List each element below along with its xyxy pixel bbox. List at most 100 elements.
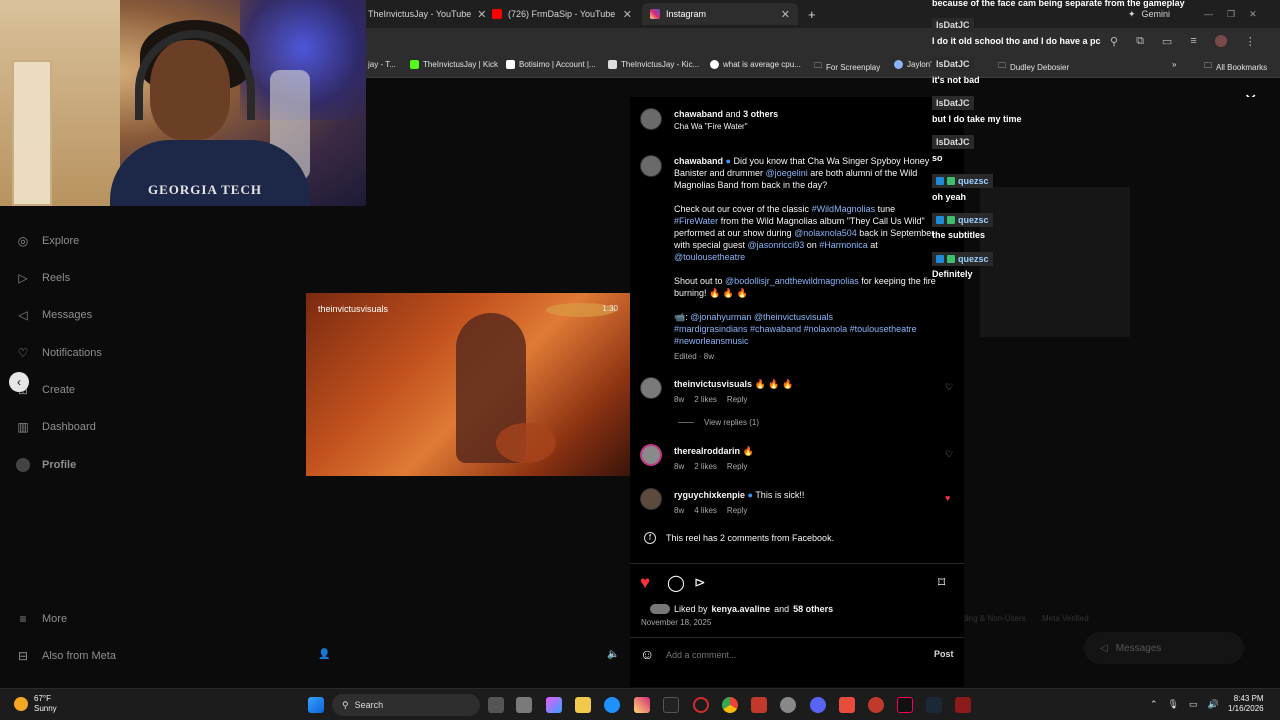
file-explorer-icon[interactable] [575, 697, 591, 713]
task-view-icon[interactable] [488, 697, 504, 713]
mention-link[interactable]: @nolaxnola504 [794, 228, 857, 238]
avatar[interactable] [640, 444, 662, 466]
post-comment-button[interactable]: Post [934, 649, 954, 659]
kebab-menu-icon[interactable]: ⋮ [1245, 35, 1256, 48]
bookmark-item[interactable]: Jaylon's [894, 60, 936, 69]
weather-widget[interactable]: 67°F Sunny [14, 694, 57, 714]
comment-username[interactable]: therealroddarin [674, 446, 740, 456]
comment-username[interactable]: theinvictusvisuals [674, 379, 752, 389]
tiktok-icon[interactable] [897, 697, 913, 713]
messages-pill[interactable]: ◁ Messages [1084, 632, 1244, 664]
comment-input[interactable] [666, 647, 916, 663]
bookmark-item[interactable]: jay - T... [368, 60, 396, 69]
sidebar-item-profile[interactable]: Profile [16, 458, 76, 472]
mention-link[interactable]: @bodollisjr_andthewildmagnolias [725, 276, 859, 286]
app-icon[interactable] [839, 697, 855, 713]
profile-icon[interactable] [1214, 35, 1227, 47]
clock[interactable]: 8:43 PM 1/16/2026 [1228, 694, 1264, 714]
comment-like-heart-icon[interactable]: ♡ [945, 382, 953, 393]
close-window-icon[interactable]: ✕ [1249, 9, 1257, 20]
close-icon[interactable]: ✕ [781, 8, 790, 21]
bookmark-folder[interactable]: 🗀 For Screenplay [814, 60, 880, 74]
app-icon[interactable] [751, 697, 767, 713]
all-bookmarks[interactable]: 🗀 All Bookmarks [1204, 60, 1267, 74]
tab-youtube-invictusjay[interactable]: TheInvictusJay - YouTube ✕ [360, 3, 486, 25]
discord-icon[interactable] [810, 697, 826, 713]
extension-icon[interactable]: ⚲ [1110, 35, 1118, 48]
settings-icon[interactable] [780, 697, 796, 713]
instagram-app-icon[interactable] [634, 697, 650, 713]
volume-icon[interactable]: 🔈 [607, 649, 619, 660]
bookmark-item[interactable]: TheInvictusJay - Kic... [608, 60, 699, 69]
bookmarks-overflow[interactable]: » [1172, 60, 1176, 69]
maximize-icon[interactable]: ❐ [1227, 9, 1235, 20]
close-icon[interactable]: ✕ [623, 8, 632, 21]
sidebar-item-notifications[interactable]: ♡ Notifications [16, 346, 102, 360]
prev-post-button[interactable]: ‹ [9, 372, 29, 392]
video-author[interactable]: theinvictusvisuals [318, 304, 388, 314]
share-icon[interactable]: ⊳ [694, 574, 706, 591]
comment-likes[interactable]: 2 likes [694, 395, 717, 404]
comment-liked-heart-icon[interactable]: ♥ [945, 493, 950, 503]
copilot-icon[interactable] [546, 697, 562, 713]
hashtag-link[interactable]: #Harmonica [819, 240, 868, 250]
bookmark-item[interactable]: TheInvictusJay | Kick [410, 60, 498, 69]
cast-icon[interactable]: ▭ [1162, 35, 1172, 48]
app-icon[interactable] [868, 697, 884, 713]
netflix-icon[interactable] [663, 697, 679, 713]
liked-by-user[interactable]: kenya.avaline [712, 603, 771, 615]
menu-icon[interactable]: ≡ [1190, 35, 1196, 48]
bookmark-icon[interactable]: ⌑ [938, 574, 945, 591]
reply-button[interactable]: Reply [727, 395, 747, 404]
minimize-icon[interactable]: — [1204, 9, 1213, 19]
comment-like-heart-icon[interactable]: ♡ [945, 449, 953, 460]
reel-video[interactable]: theinvictusvisuals 1:30 [306, 293, 630, 476]
steam-icon[interactable] [926, 697, 942, 713]
chrome-icon[interactable] [722, 697, 738, 713]
start-icon[interactable] [308, 697, 324, 713]
reply-button[interactable]: Reply [727, 506, 747, 515]
comment-username[interactable]: ryguychixkenpie [674, 490, 745, 500]
emoji-icon[interactable]: ☺ [640, 646, 654, 662]
puzzle-icon[interactable]: ⧉ [1136, 35, 1144, 48]
user-tag-icon[interactable]: 👤 [318, 649, 330, 660]
caption-username[interactable]: chawaband [674, 156, 723, 166]
chevron-up-icon[interactable]: ⌃ [1150, 699, 1158, 710]
avatar[interactable] [640, 377, 662, 399]
app-icon[interactable] [955, 697, 971, 713]
sidebar-item-meta[interactable]: ⊟ Also from Meta [16, 649, 116, 663]
new-tab-button[interactable]: + [800, 3, 822, 25]
header-username[interactable]: chawaband [674, 109, 723, 119]
avatar[interactable] [640, 488, 662, 510]
sidebar-item-messages[interactable]: ◁ Messages [16, 308, 92, 322]
display-icon[interactable]: ▭ [1189, 699, 1198, 710]
audio-title[interactable]: Cha Wa "Fire Water" [674, 121, 748, 133]
tab-instagram[interactable]: Instagram ✕ [642, 3, 798, 25]
hashtag-link[interactable]: #FireWater [674, 216, 718, 226]
liked-by-count[interactable]: 58 others [793, 603, 833, 615]
speaker-icon[interactable]: 🔊 [1208, 699, 1219, 710]
hashtag-link[interactable]: #mardigrasindians #chawaband #nolaxnola … [674, 324, 917, 346]
opera-icon[interactable] [693, 697, 709, 713]
avatar[interactable] [640, 155, 662, 177]
tab-youtube-frmdasip[interactable]: (726) FrmDaSip - YouTube ✕ [484, 3, 640, 25]
comment-likes[interactable]: 4 likes [694, 506, 717, 515]
sidebar-item-more[interactable]: ≡ More [16, 612, 67, 626]
mention-link[interactable]: @toulousetheatre [674, 252, 745, 262]
comment-likes[interactable]: 2 likes [694, 462, 717, 471]
sidebar-item-dashboard[interactable]: ▥ Dashboard [16, 420, 96, 434]
bookmark-item[interactable]: Botisimo | Account |... [506, 60, 596, 69]
mic-icon[interactable]: 🎙 [1168, 699, 1179, 710]
bookmark-item[interactable]: what is average cpu... [710, 60, 801, 69]
hashtag-link[interactable]: #WildMagnolias [812, 204, 876, 214]
sidebar-item-reels[interactable]: ▷ Reels [16, 271, 70, 285]
mention-link[interactable]: @jonahyurman @theinvictusvisuals [690, 312, 833, 322]
header-others[interactable]: 3 others [743, 109, 778, 119]
reply-button[interactable]: Reply [727, 462, 747, 471]
sidebar-item-explore[interactable]: ◎ Explore [16, 234, 80, 248]
mention-link[interactable]: @jasonricci93 [748, 240, 805, 250]
avatar[interactable] [640, 108, 662, 130]
bookmark-folder[interactable]: 🗀 Dudley Debosier [998, 60, 1069, 74]
view-replies-button[interactable]: View replies (1) [678, 418, 759, 427]
mention-link[interactable]: @joegelini [766, 168, 808, 178]
